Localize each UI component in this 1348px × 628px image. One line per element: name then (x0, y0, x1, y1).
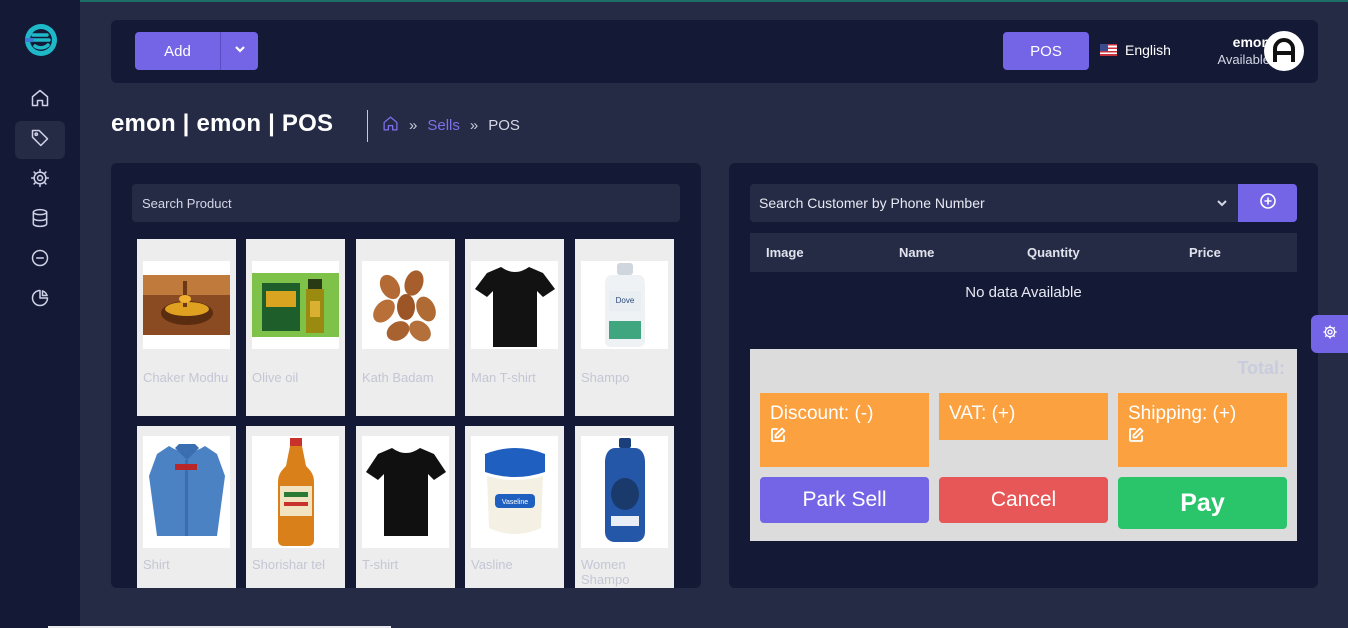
breadcrumb-separator: » (409, 117, 418, 134)
blue-shampoo-bottle-icon (581, 436, 668, 548)
column-price: Price (1189, 245, 1221, 260)
product-card[interactable]: Man T-shirt (465, 239, 564, 416)
mustard-oil-bottle-icon (252, 436, 339, 548)
honey-bowl-icon (143, 261, 230, 349)
add-button[interactable]: Add (135, 32, 221, 70)
total-label: Total: (1237, 358, 1285, 378)
product-name: Shampo (581, 370, 630, 385)
product-card[interactable]: Olive oil (246, 239, 345, 416)
title-divider (367, 110, 368, 142)
database-icon (30, 208, 50, 233)
home-icon (30, 88, 50, 113)
product-card[interactable]: Kath Badam (356, 239, 455, 416)
svg-text:Vaseline: Vaseline (502, 499, 528, 506)
shampoo-bottle-icon: Dove (581, 261, 668, 349)
shipping-box: Shipping: (+) (1118, 393, 1287, 467)
add-button-group: Add (135, 32, 258, 70)
edit-discount-icon[interactable] (770, 425, 919, 449)
breadcrumb-current: POS (488, 117, 520, 134)
svg-text:Dove: Dove (616, 296, 635, 305)
discount-box: Discount: (-) (760, 393, 929, 467)
pie-chart-icon (30, 288, 50, 313)
column-name: Name (899, 245, 935, 260)
breadcrumb-home-icon[interactable] (382, 115, 399, 136)
customer-search-placeholder: Search Customer by Phone Number (759, 195, 985, 211)
product-name: Chaker Modhu (143, 370, 229, 385)
add-dropdown-toggle[interactable] (221, 32, 258, 70)
product-card[interactable]: Chaker Modhu (137, 239, 236, 416)
product-name: Man T-shirt (471, 370, 536, 385)
shipping-label: Shipping: (+) (1128, 403, 1237, 424)
chevron-down-icon (1217, 200, 1227, 207)
empty-cart-message: No data Available (965, 284, 1082, 301)
breadcrumb-separator: » (469, 117, 479, 134)
discount-label: Discount: (-) (770, 403, 874, 424)
vat-box: VAT: (+) (939, 393, 1108, 440)
product-name: Olive oil (252, 370, 299, 385)
product-name: Kath Badam (362, 370, 434, 385)
column-quantity: Quantity (1027, 245, 1080, 260)
black-tshirt-icon (362, 436, 449, 548)
sidebar (0, 0, 80, 628)
park-sell-button[interactable]: Park Sell (760, 477, 929, 523)
minus-circle-icon (30, 248, 50, 273)
column-image: Image (766, 245, 804, 260)
product-card[interactable]: T-shirt (356, 426, 455, 588)
avatar-logo-icon (1273, 38, 1295, 62)
totals-box: Total: Discount: (-) VAT: (+) Shipping: … (750, 349, 1297, 541)
product-card[interactable]: Women Shampo (575, 426, 674, 588)
user-status: Available (1217, 52, 1270, 67)
product-panel: Search Product Chaker Modhu Olive oil Ka… (111, 163, 701, 588)
product-name: Shirt (143, 557, 170, 572)
pos-button[interactable]: POS (1003, 32, 1089, 70)
sidebar-item-settings[interactable] (15, 161, 65, 199)
breadcrumb-sells-link[interactable]: Sells (427, 117, 460, 134)
pay-button[interactable]: Pay (1118, 477, 1287, 529)
product-name: Shorishar tel (252, 557, 325, 572)
vat-label: VAT: (+) (949, 403, 1016, 424)
chevron-down-icon (234, 42, 246, 60)
avatar[interactable] (1264, 31, 1304, 71)
cart-table-header: Image Name Quantity Price (750, 233, 1297, 272)
app-logo-icon[interactable] (23, 22, 59, 58)
blue-shirt-icon (143, 436, 230, 548)
product-name: T-shirt (362, 557, 399, 572)
vaseline-jar-icon: Vaseline (471, 436, 558, 548)
add-customer-button[interactable] (1238, 184, 1297, 222)
cancel-button[interactable]: Cancel (939, 477, 1108, 523)
product-name: Women Shampo (581, 557, 630, 587)
customer-search-select[interactable]: Search Customer by Phone Number (750, 184, 1238, 222)
product-card[interactable]: Shorishar tel (246, 426, 345, 588)
tag-icon (30, 128, 50, 153)
sidebar-item-home[interactable] (15, 81, 65, 119)
olive-oil-tin-icon (252, 261, 339, 349)
plus-circle-icon (1259, 192, 1277, 215)
sidebar-item-database[interactable] (15, 201, 65, 239)
product-name: Vasline (471, 557, 513, 572)
breadcrumb: » Sells » POS (382, 115, 520, 136)
edit-shipping-icon[interactable] (1128, 425, 1277, 449)
black-tshirt-icon (471, 261, 558, 349)
sidebar-item-tags[interactable] (15, 121, 65, 159)
cart-panel: Search Customer by Phone Number Image Na… (729, 163, 1318, 588)
sidebar-item-returns[interactable] (15, 241, 65, 279)
gear-icon (1322, 324, 1338, 345)
top-header: Add POS English emon Available (111, 20, 1318, 83)
product-card[interactable]: Shirt (137, 426, 236, 588)
product-card[interactable]: Vaseline Vasline (465, 426, 564, 588)
gear-icon (30, 168, 50, 193)
product-card[interactable]: Dove Shampo (575, 239, 674, 416)
language-label: English (1125, 42, 1171, 58)
settings-drawer-toggle[interactable] (1311, 315, 1348, 353)
page-title: emon | emon | POS (111, 110, 334, 137)
almonds-icon (362, 261, 449, 349)
product-search-input[interactable]: Search Product (132, 184, 680, 222)
us-flag-icon (1100, 44, 1117, 56)
language-selector[interactable]: English (1100, 42, 1171, 58)
user-name: emon (1232, 34, 1270, 50)
sidebar-item-reports[interactable] (15, 281, 65, 319)
top-accent-line (0, 0, 1348, 2)
